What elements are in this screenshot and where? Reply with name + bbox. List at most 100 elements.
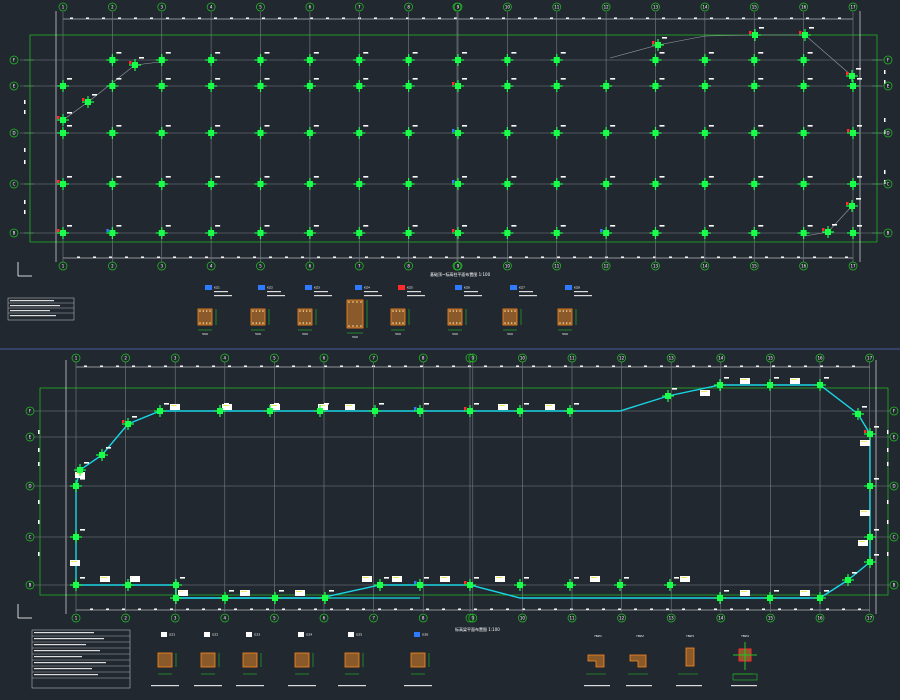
column-mark[interactable] xyxy=(464,577,479,591)
column-mark[interactable] xyxy=(649,225,665,239)
column-mark[interactable] xyxy=(402,225,418,239)
column-mark[interactable] xyxy=(797,52,813,66)
column-mark[interactable] xyxy=(106,176,122,190)
column-mark[interactable] xyxy=(501,78,517,92)
column-mark[interactable] xyxy=(649,125,665,139)
column-mark[interactable] xyxy=(269,590,284,604)
column-mark[interactable] xyxy=(452,225,467,239)
column-mark[interactable] xyxy=(600,125,616,139)
beam-label[interactable] xyxy=(70,560,80,566)
column-mark[interactable] xyxy=(550,52,566,66)
column-mark[interactable] xyxy=(748,176,764,190)
column-mark[interactable] xyxy=(82,94,97,108)
column-mark[interactable] xyxy=(797,225,813,239)
column-mark[interactable] xyxy=(864,478,879,492)
column-mark[interactable] xyxy=(303,52,319,66)
constructional-column-section[interactable]: GZ5 xyxy=(338,632,366,687)
column-mark[interactable] xyxy=(649,78,665,92)
beam-label[interactable] xyxy=(700,390,710,396)
column-mark[interactable] xyxy=(550,125,566,139)
beam-label[interactable] xyxy=(860,440,870,446)
column-mark[interactable] xyxy=(353,125,369,139)
column-mark[interactable] xyxy=(254,78,270,92)
edge-member-section[interactable]: YBZ4 xyxy=(731,634,758,687)
column-mark[interactable] xyxy=(70,577,85,591)
column-mark[interactable] xyxy=(303,125,319,139)
column-mark[interactable] xyxy=(749,27,764,41)
column-mark[interactable] xyxy=(846,68,861,82)
edge-member-section[interactable]: YBZ1 xyxy=(584,634,610,687)
edge-member-section[interactable]: YBZ2 xyxy=(626,634,652,687)
column-mark[interactable] xyxy=(155,125,171,139)
column-mark[interactable] xyxy=(57,225,72,239)
column-mark[interactable] xyxy=(698,225,714,239)
beam-label[interactable] xyxy=(800,590,810,596)
column-mark[interactable] xyxy=(698,52,714,66)
column-mark[interactable] xyxy=(155,225,171,239)
column-mark[interactable] xyxy=(564,577,579,591)
column-section[interactable]: 500 KZ3 xyxy=(297,285,332,336)
column-mark[interactable] xyxy=(57,125,72,139)
column-mark[interactable] xyxy=(369,403,384,417)
beam-label[interactable] xyxy=(295,590,305,596)
column-mark[interactable] xyxy=(600,78,616,92)
column-mark[interactable] xyxy=(353,176,369,190)
column-mark[interactable] xyxy=(550,78,566,92)
beam-label[interactable] xyxy=(100,576,110,582)
column-mark[interactable] xyxy=(106,225,122,239)
beam-label[interactable] xyxy=(790,378,800,384)
beam-label[interactable] xyxy=(392,576,402,582)
column-mark[interactable] xyxy=(353,78,369,92)
column-mark[interactable] xyxy=(748,52,764,66)
column-mark[interactable] xyxy=(748,78,764,92)
column-mark[interactable] xyxy=(70,529,85,543)
column-mark[interactable] xyxy=(814,590,829,604)
column-mark[interactable] xyxy=(414,403,429,417)
column-mark[interactable] xyxy=(155,78,171,92)
cad-drawing-canvas[interactable]: 1122334455667788991010111112121313141415… xyxy=(0,0,900,700)
column-mark[interactable] xyxy=(155,176,171,190)
column-mark[interactable] xyxy=(452,125,467,139)
column-mark[interactable] xyxy=(57,112,72,126)
column-mark[interactable] xyxy=(698,78,714,92)
column-mark[interactable] xyxy=(501,52,517,66)
column-mark[interactable] xyxy=(205,78,221,92)
column-section[interactable]: 500 KZ5 xyxy=(390,285,425,336)
column-mark[interactable] xyxy=(714,377,729,391)
column-mark[interactable] xyxy=(797,176,813,190)
column-mark[interactable] xyxy=(600,176,616,190)
beam-label[interactable] xyxy=(740,378,750,384)
column-section[interactable]: 500 KZ4 xyxy=(346,285,382,339)
column-mark[interactable] xyxy=(550,225,566,239)
beam-label[interactable] xyxy=(240,590,250,596)
column-mark[interactable] xyxy=(764,590,779,604)
column-mark[interactable] xyxy=(799,27,814,41)
beam-label[interactable] xyxy=(498,404,508,410)
column-mark[interactable] xyxy=(714,590,729,604)
constructional-column-section[interactable]: GZ1 xyxy=(151,632,179,687)
column-mark[interactable] xyxy=(414,577,429,591)
beam-label[interactable] xyxy=(740,590,750,596)
beam-label[interactable] xyxy=(495,576,505,582)
constructional-column-section[interactable]: GZ6 xyxy=(404,632,432,687)
column-mark[interactable] xyxy=(514,577,529,591)
beam-label[interactable] xyxy=(170,404,180,410)
beam-label[interactable] xyxy=(860,510,870,516)
column-mark[interactable] xyxy=(501,176,517,190)
column-mark[interactable] xyxy=(106,52,122,66)
column-mark[interactable] xyxy=(303,78,319,92)
column-mark[interactable] xyxy=(353,52,369,66)
constructional-column-section[interactable]: GZ3 xyxy=(236,632,264,687)
column-mark[interactable] xyxy=(814,377,829,391)
column-mark[interactable] xyxy=(106,78,122,92)
column-mark[interactable] xyxy=(501,225,517,239)
column-mark[interactable] xyxy=(205,225,221,239)
column-mark[interactable] xyxy=(452,78,467,92)
beam-label[interactable] xyxy=(680,576,690,582)
column-mark[interactable] xyxy=(452,176,467,190)
column-mark[interactable] xyxy=(649,176,665,190)
column-mark[interactable] xyxy=(464,403,479,417)
column-mark[interactable] xyxy=(748,225,764,239)
column-mark[interactable] xyxy=(57,78,72,92)
column-mark[interactable] xyxy=(254,176,270,190)
